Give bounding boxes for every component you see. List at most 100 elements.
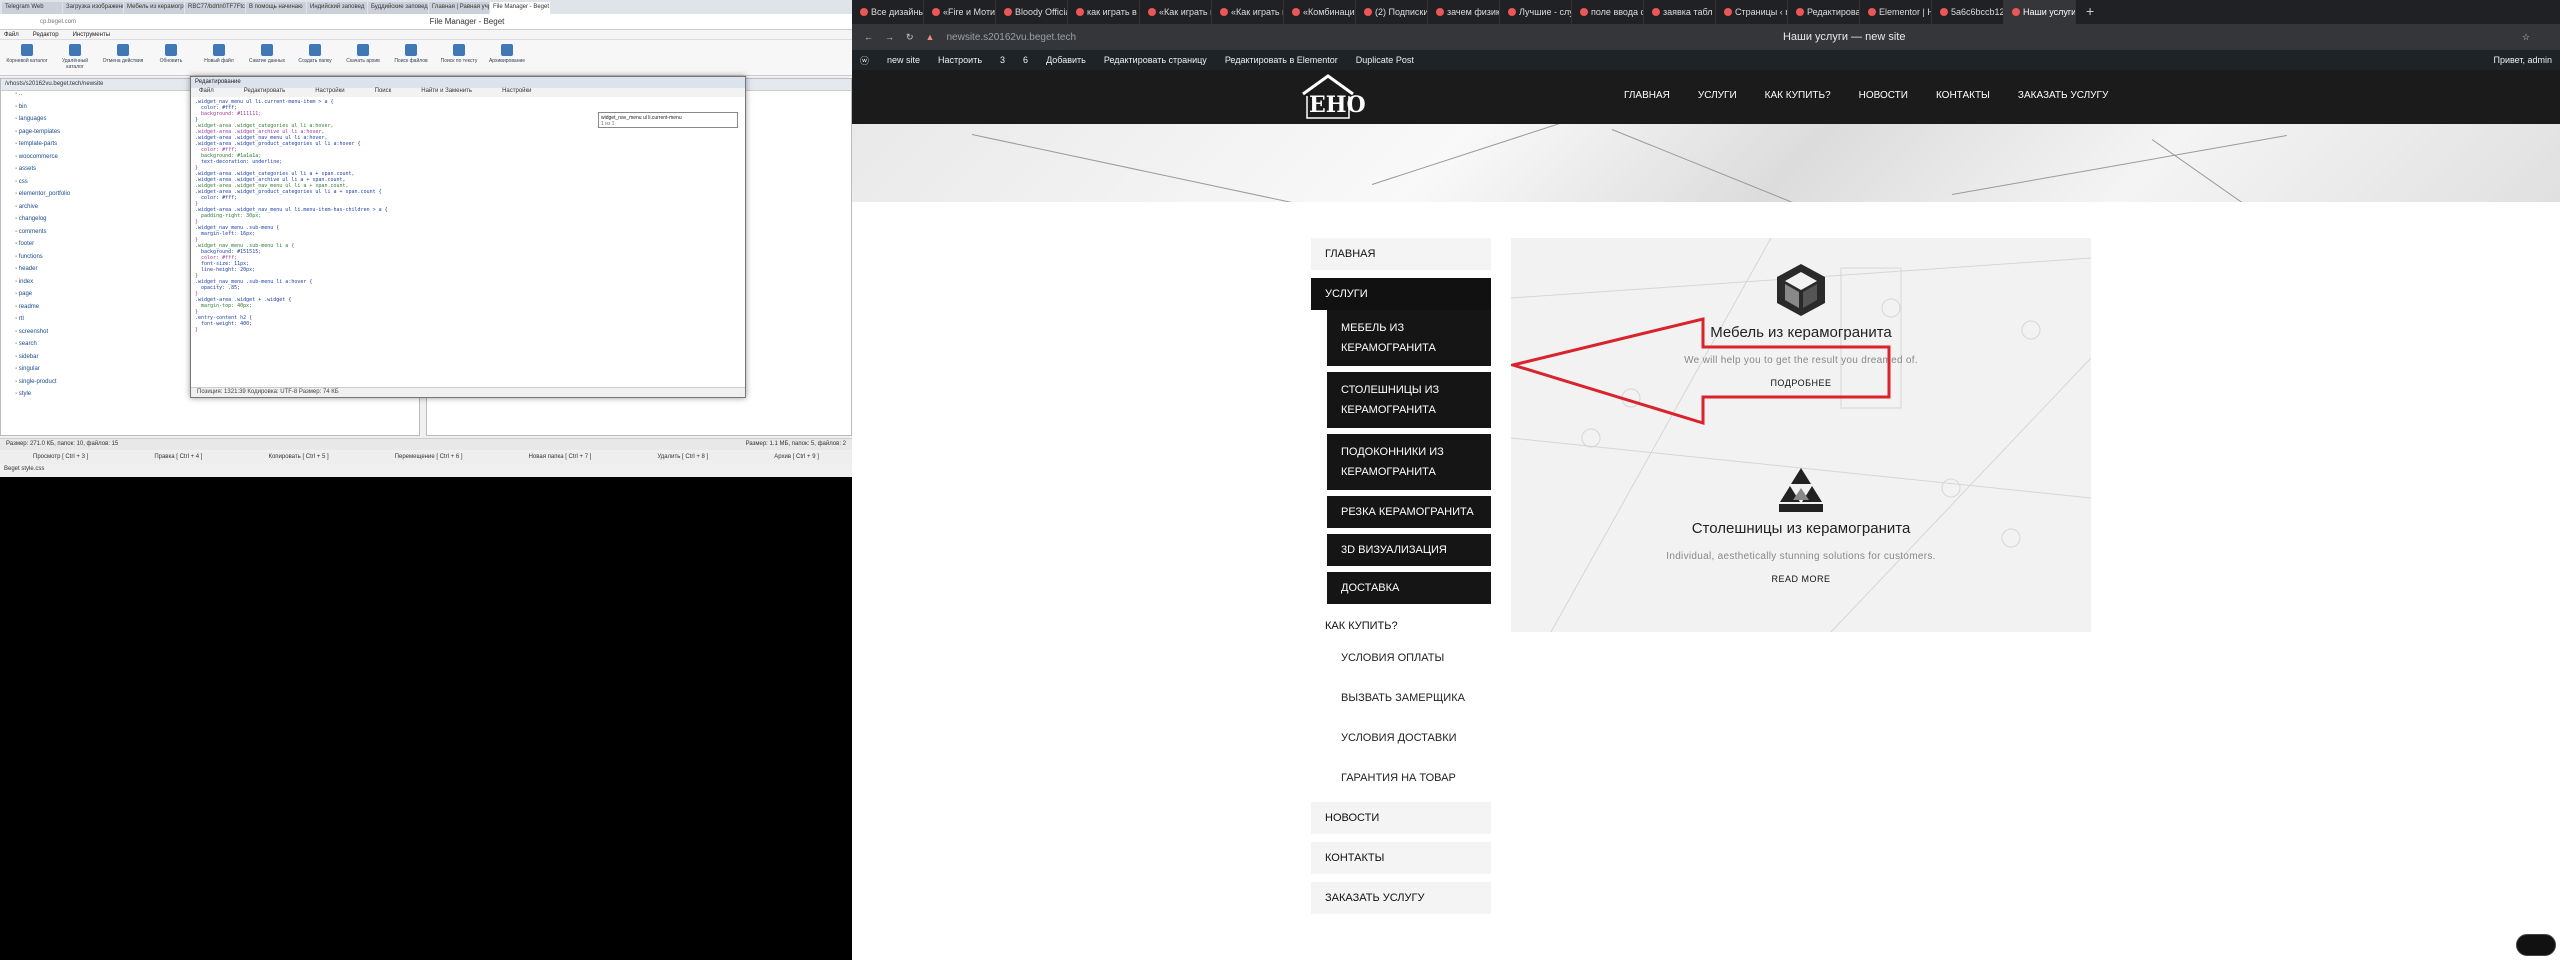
editor-menu-item[interactable]: Файл	[199, 88, 214, 97]
sidebar-item-how-to-buy[interactable]: КАК КУПИТЬ?	[1311, 610, 1491, 642]
url-field[interactable]: newsite.s20162vu.beget.tech	[946, 32, 1166, 43]
toolbar-button[interactable]: Корневой каталог	[6, 44, 48, 71]
toolbar-button[interactable]: Обновить	[150, 44, 192, 71]
browser-tab[interactable]: поле ввода с	[1572, 0, 1644, 24]
function-key-button[interactable]: Правка [ Ctrl + 4 ]	[154, 454, 202, 464]
left-tab[interactable]: Telegram Web	[2, 2, 62, 14]
function-key-button[interactable]: Новая папка [ Ctrl + 7 ]	[529, 454, 592, 464]
left-tab[interactable]: В помощь начинаю	[246, 2, 306, 14]
browser-tab[interactable]: «Комбинация»	[1284, 0, 1356, 24]
code-area[interactable]: .widget_nav_menu ul li.current-menu-item…	[195, 99, 739, 383]
left-tab[interactable]: Главная | Равная учр	[429, 2, 489, 14]
admin-bar-item[interactable]: Редактировать в Elementor	[1225, 55, 1338, 65]
nav-item[interactable]: УСЛУГИ	[1698, 90, 1737, 101]
admin-bar-item[interactable]: 3	[1000, 55, 1005, 65]
nav-item[interactable]: НОВОСТИ	[1859, 90, 1908, 101]
left-url[interactable]: cp.beget.com	[40, 19, 76, 25]
wordpress-icon[interactable]: ⓦ	[860, 54, 869, 67]
sidebar-item-services[interactable]: УСЛУГИ	[1311, 278, 1491, 310]
admin-bar-item[interactable]: Редактировать страницу	[1104, 55, 1207, 65]
left-tab[interactable]: File Manager - Beget	[490, 2, 550, 14]
browser-tab[interactable]: (2) Подписки	[1356, 0, 1428, 24]
editor-menu-item[interactable]: Найти и Заменить	[421, 88, 472, 97]
left-tab[interactable]: Загрузка изображени	[63, 2, 123, 14]
left-menu-item[interactable]: Редактор	[33, 32, 59, 38]
browser-tab[interactable]: Bloody Official	[996, 0, 1068, 24]
toolbar-button[interactable]: Создать папку	[294, 44, 336, 71]
left-tab[interactable]: Буддийские заповед	[368, 2, 428, 14]
browser-tab[interactable]: Наши услуги	[2004, 0, 2076, 24]
function-key-button[interactable]: Удалить [ Ctrl + 8 ]	[657, 454, 708, 464]
browser-tab[interactable]: Все дизайны	[852, 0, 924, 24]
toolbar-button[interactable]: Поиск файлов	[390, 44, 432, 71]
reload-icon[interactable]: ↻	[906, 32, 914, 43]
submenu-item-service[interactable]: ДОСТАВКА	[1327, 572, 1491, 604]
browser-tab[interactable]: Elementor | H	[1860, 0, 1932, 24]
left-menu-item[interactable]: Файл	[4, 32, 19, 38]
sidebar-item-contacts[interactable]: КОНТАКТЫ	[1311, 842, 1491, 874]
left-menu-item[interactable]: Инструменты	[73, 32, 110, 38]
submenu-item-service[interactable]: МЕБЕЛЬ ИЗ КЕРАМОГРАНИТА	[1327, 310, 1491, 366]
submenu-item-howto[interactable]: ГАРАНТИЯ НА ТОВАР	[1327, 762, 1491, 794]
admin-bar-item[interactable]: 6	[1023, 55, 1028, 65]
site-logo[interactable]: ЕНО	[1297, 72, 1366, 122]
toolbar-button[interactable]: Удалённый каталог	[54, 44, 96, 71]
nav-item[interactable]: ЗАКАЗАТЬ УСЛУГУ	[2018, 90, 2108, 101]
toolbar-button[interactable]: Сжатие данных	[246, 44, 288, 71]
read-more-link[interactable]: READ MORE	[1511, 574, 2091, 584]
browser-tab[interactable]: «Как играть в	[1140, 0, 1212, 24]
submenu-item-howto[interactable]: ВЫЗВАТЬ ЗАМЕРЩИКА	[1327, 682, 1491, 714]
browser-tab[interactable]: «Fire и Мотиу»	[924, 0, 996, 24]
toolbar-button[interactable]: Скачать архив	[342, 44, 384, 71]
left-tab[interactable]: Мебель из керамогр	[124, 2, 184, 14]
editor-menu-item[interactable]: Редактировать	[244, 88, 285, 97]
back-icon[interactable]: ←	[864, 32, 873, 42]
find-box[interactable]: widget_nav_menu ul li.current-menu 1 из …	[598, 112, 738, 128]
browser-tab[interactable]: 5a6c6bccb12b	[1932, 0, 2004, 24]
toolbar-button[interactable]: Поиск по тексту	[438, 44, 480, 71]
admin-greeting[interactable]: Привет, admin	[2493, 55, 2552, 65]
submenu-item-service[interactable]: 3D ВИЗУАЛИЗАЦИЯ	[1327, 534, 1491, 566]
left-address-bar[interactable]: cp.beget.com File Manager - Beget	[0, 14, 852, 30]
toolbar-button[interactable]: Отмена действия	[102, 44, 144, 71]
nav-item[interactable]: КОНТАКТЫ	[1936, 90, 1990, 101]
toolbar-button[interactable]: Новый файл	[198, 44, 240, 71]
nav-item[interactable]: ГЛАВНАЯ	[1624, 90, 1670, 101]
submenu-item-howto[interactable]: УСЛОВИЯ ОПЛАТЫ	[1327, 642, 1491, 674]
browser-tab[interactable]: «Как играть в	[1212, 0, 1284, 24]
browser-tab[interactable]: Лучшие - слу	[1500, 0, 1572, 24]
sidebar-item-order[interactable]: ЗАКАЗАТЬ УСЛУГУ	[1311, 882, 1491, 914]
sidebar-item-home[interactable]: ГЛАВНАЯ	[1311, 238, 1491, 270]
function-key-button[interactable]: Архив [ Ctrl + 9 ]	[774, 454, 819, 464]
editor-menu-item[interactable]: Настройки	[315, 88, 344, 97]
browser-tab[interactable]: Редактирова	[1788, 0, 1860, 24]
admin-bar-item[interactable]: new site	[887, 55, 920, 65]
browser-tab[interactable]: зачем физик	[1428, 0, 1500, 24]
editor-menu-item[interactable]: Поиск	[375, 88, 392, 97]
floating-toggle[interactable]	[2516, 934, 2556, 956]
nav-item[interactable]: КАК КУПИТЬ?	[1765, 90, 1831, 101]
function-key-button[interactable]: Копировать [ Ctrl + 5 ]	[268, 454, 328, 464]
left-tab[interactable]: RBC77/bdrtn0TF7Ftc	[185, 2, 245, 14]
submenu-item-service[interactable]: ПОДОКОННИКИ ИЗ КЕРАМОГРАНИТА	[1327, 434, 1491, 490]
submenu-item-service[interactable]: СТОЛЕШНИЦЫ ИЗ КЕРАМОГРАНИТА	[1327, 372, 1491, 428]
browser-tab[interactable]: заявка табл	[1644, 0, 1716, 24]
star-icon[interactable]: ☆	[2522, 32, 2530, 43]
editor-menu-item[interactable]: Настройки	[502, 88, 531, 97]
function-key-button[interactable]: Перемещение [ Ctrl + 6 ]	[395, 454, 463, 464]
submenu-item-service[interactable]: РЕЗКА КЕРАМОГРАНИТА	[1327, 496, 1491, 528]
submenu-item-howto[interactable]: УСЛОВИЯ ДОСТАВКИ	[1327, 722, 1491, 754]
browser-tab[interactable]: Страницы ‹ n	[1716, 0, 1788, 24]
admin-bar-item[interactable]: Настроить	[938, 55, 982, 65]
toolbar-label: Сжатие данных	[248, 58, 286, 64]
forward-icon[interactable]: →	[885, 32, 894, 42]
browser-tab[interactable]: как играть в	[1068, 0, 1140, 24]
admin-bar-item[interactable]: Duplicate Post	[1356, 55, 1414, 65]
sidebar-item-news[interactable]: НОВОСТИ	[1311, 802, 1491, 834]
new-tab-icon[interactable]: +	[2076, 0, 2104, 24]
admin-bar-item[interactable]: Добавить	[1046, 55, 1086, 65]
toolbar-button[interactable]: Архивирование	[486, 44, 528, 71]
tab-label: «Как играть в	[1159, 7, 1212, 17]
function-key-button[interactable]: Просмотр [ Ctrl + 3 ]	[33, 454, 88, 464]
left-tab[interactable]: Индийский заповед	[307, 2, 367, 14]
